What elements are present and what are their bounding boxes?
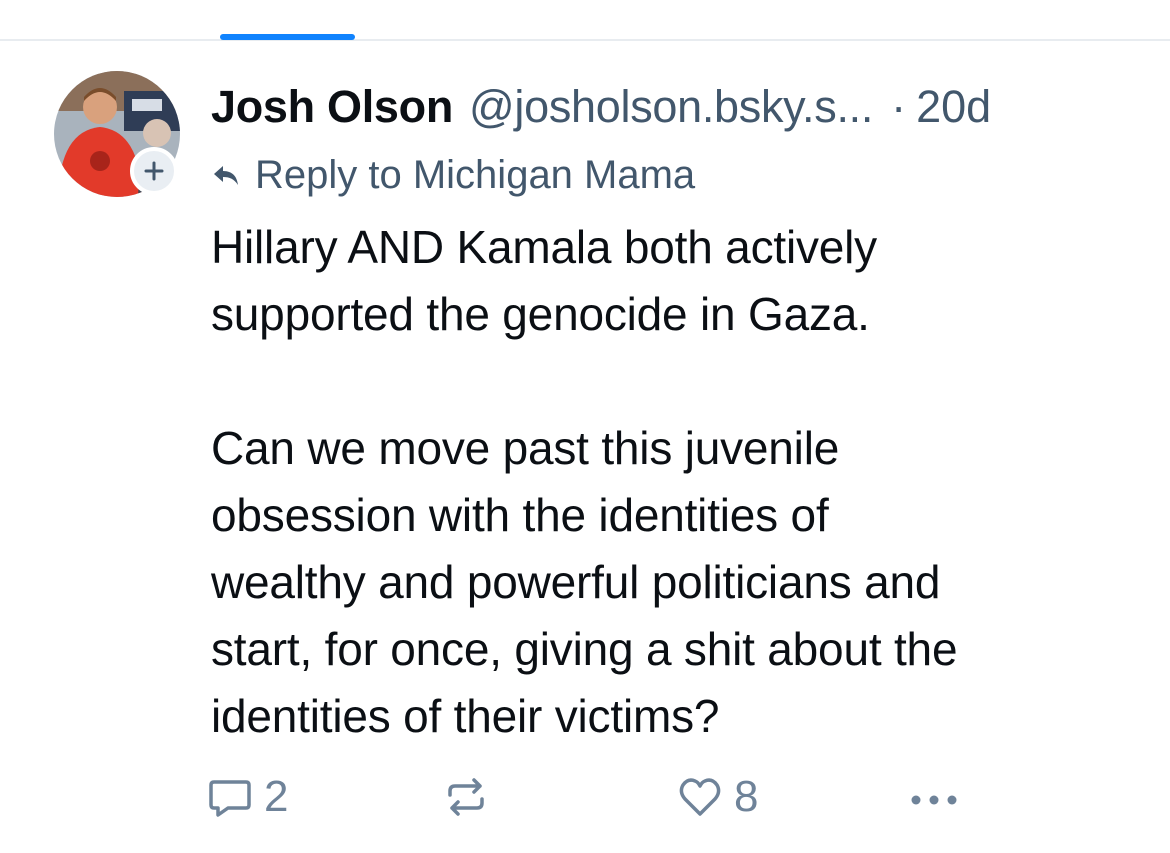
post-actions: 2 8 bbox=[206, 770, 986, 824]
more-horizontal-icon bbox=[911, 795, 957, 805]
reply-button[interactable]: 2 bbox=[206, 770, 288, 824]
post-header: Josh Olson @josholson.bsky.s... · 20d bbox=[211, 78, 1141, 136]
repost-icon bbox=[448, 778, 484, 816]
avatar-container[interactable] bbox=[54, 71, 180, 197]
heart-icon bbox=[679, 778, 721, 816]
follow-button[interactable] bbox=[130, 147, 178, 195]
repost-button[interactable] bbox=[442, 770, 490, 824]
reply-count: 2 bbox=[264, 772, 289, 821]
tab-bar-divider bbox=[0, 39, 1170, 41]
author-handle[interactable]: @josholson.bsky.s... bbox=[469, 78, 873, 136]
separator-dot: · bbox=[891, 81, 907, 132]
plus-icon bbox=[144, 161, 164, 181]
speech-bubble-icon bbox=[209, 780, 251, 817]
post-timestamp[interactable]: 20d bbox=[916, 78, 991, 136]
active-tab-indicator bbox=[220, 34, 355, 40]
post-text: Hillary AND Kamala both actively support… bbox=[211, 221, 958, 742]
author-display-name[interactable]: Josh Olson bbox=[211, 78, 453, 136]
more-options-button[interactable] bbox=[906, 770, 962, 824]
like-count: 8 bbox=[734, 772, 759, 821]
reply-arrow-icon bbox=[211, 160, 241, 190]
reply-to-label[interactable]: Reply to Michigan Mama bbox=[255, 153, 695, 198]
like-button[interactable]: 8 bbox=[676, 770, 758, 824]
reply-context[interactable]: Reply to Michigan Mama bbox=[211, 150, 695, 200]
